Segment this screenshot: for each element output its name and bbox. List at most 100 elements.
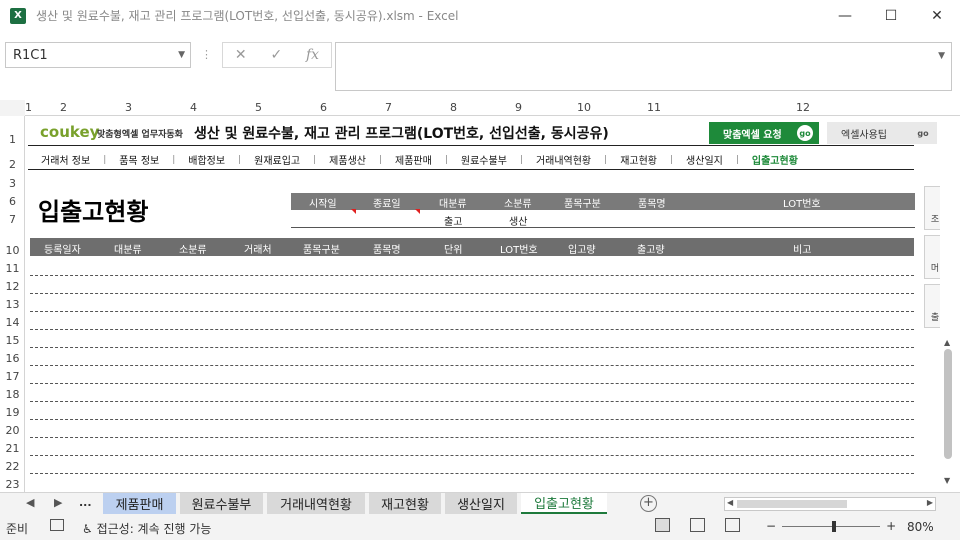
tab-production-log[interactable]: 생산일지 [445, 493, 517, 514]
row-header[interactable]: 17 [0, 370, 25, 383]
vertical-scrollbar[interactable]: ▲ ▼ [940, 116, 960, 492]
row-header[interactable]: 13 [0, 298, 25, 311]
table-row[interactable] [30, 365, 914, 366]
row-header[interactable]: 12 [0, 280, 25, 293]
row-header[interactable]: 21 [0, 442, 25, 455]
table-row[interactable] [30, 383, 914, 384]
nav-item-production-log[interactable]: 생산일지 [673, 152, 736, 167]
row-header[interactable]: 1 [0, 133, 25, 146]
nav-item-material-ledger[interactable]: 원료수불부 [448, 152, 520, 167]
nav-item-product-info[interactable]: 품목 정보 [106, 152, 172, 167]
add-sheet-icon[interactable]: + [640, 495, 657, 512]
close-button[interactable]: ✕ [914, 0, 960, 31]
row-header[interactable]: 15 [0, 334, 25, 347]
nav-item-transaction-status[interactable]: 거래내역현황 [523, 152, 604, 167]
row-header[interactable]: 2 [0, 158, 25, 171]
tab-next-icon[interactable]: ▶ [54, 496, 62, 509]
nav-item-inout-status[interactable]: 입출고현황 [739, 152, 811, 167]
table-row[interactable] [30, 437, 914, 438]
table-row[interactable] [30, 329, 914, 330]
tab-more[interactable]: ... [79, 496, 92, 509]
row-header[interactable]: 14 [0, 316, 25, 329]
name-box[interactable]: R1C1 ▼ [5, 42, 191, 68]
row-header[interactable]: 16 [0, 352, 25, 365]
filter-start-date[interactable] [291, 213, 353, 227]
page-layout-icon[interactable] [690, 518, 705, 532]
col-header[interactable]: 11 [647, 101, 661, 114]
row-header[interactable]: 3 [0, 177, 25, 190]
row-header[interactable]: 11 [0, 262, 25, 275]
filter-lot[interactable] [761, 213, 841, 227]
formula-input[interactable]: ▼ [335, 42, 952, 91]
scroll-left-icon[interactable]: ◀ [727, 498, 733, 507]
col-header[interactable]: 5 [255, 101, 262, 114]
accessibility-status[interactable]: ♿ 접근성: 계속 진행 가능 [82, 520, 211, 537]
nav-item-inventory-status[interactable]: 재고현황 [607, 152, 670, 167]
zoom-out-icon[interactable]: − [766, 519, 776, 533]
col-header[interactable]: 12 [796, 101, 810, 114]
sheet-canvas[interactable]: coukey 맞춤형엑셀 업무자동화 생산 및 원료수불, 재고 관리 프로그램… [26, 116, 940, 492]
minimize-button[interactable]: — [822, 0, 868, 31]
table-row[interactable] [30, 455, 914, 456]
row-header[interactable]: 22 [0, 460, 25, 473]
filter-item-name[interactable] [638, 213, 700, 227]
zoom-level[interactable]: 80% [907, 520, 934, 534]
col-header[interactable]: 7 [385, 101, 392, 114]
nav-item-formula-info[interactable]: 배합정보 [175, 152, 238, 167]
table-row[interactable] [30, 473, 914, 474]
custom-excel-request-button[interactable]: 맞춤엑셀 요청 go [709, 122, 819, 144]
select-all-corner[interactable] [0, 100, 25, 116]
nav-item-sales[interactable]: 제품판매 [382, 152, 445, 167]
col-header[interactable]: 6 [320, 101, 327, 114]
tab-inventory-status[interactable]: 재고현황 [369, 493, 441, 514]
filter-subcategory[interactable]: 생산 [509, 213, 527, 228]
col-header[interactable]: 3 [125, 101, 132, 114]
col-header[interactable]: 2 [60, 101, 67, 114]
chevron-down-icon[interactable]: ▼ [178, 50, 185, 60]
filter-category[interactable]: 출고 [444, 213, 462, 228]
table-row[interactable] [30, 293, 914, 294]
row-header[interactable]: 19 [0, 406, 25, 419]
table-row[interactable] [30, 419, 914, 420]
fx-icon[interactable]: fx [306, 47, 319, 63]
row-header[interactable]: 20 [0, 424, 25, 437]
table-row[interactable] [30, 347, 914, 348]
row-header[interactable]: 6 [0, 195, 25, 208]
row-header[interactable]: 7 [0, 213, 25, 226]
col-header[interactable]: 1 [25, 101, 32, 114]
row-header[interactable]: 10 [0, 244, 25, 257]
hscroll-thumb[interactable] [737, 500, 847, 508]
scroll-right-icon[interactable]: ▶ [927, 498, 933, 507]
horizontal-scrollbar[interactable]: ◀ ▶ [724, 497, 936, 511]
filter-item-type[interactable] [564, 213, 626, 227]
nav-item-raw-material-in[interactable]: 원재료입고 [241, 152, 313, 167]
tab-prev-icon[interactable]: ◀ [26, 496, 34, 509]
excel-tips-button[interactable]: 엑셀사용팁 go [827, 122, 937, 144]
zoom-slider[interactable]: − + [766, 519, 896, 533]
col-header[interactable]: 10 [577, 101, 591, 114]
tab-product-sales[interactable]: 제품판매 [103, 493, 176, 514]
scroll-thumb[interactable] [944, 349, 952, 459]
tab-transaction-status[interactable]: 거래내역현황 [267, 493, 365, 514]
tab-inout-status[interactable]: 입출고현황 [521, 493, 607, 514]
filter-end-date[interactable] [357, 213, 419, 227]
zoom-track[interactable] [782, 520, 881, 532]
cancel-icon[interactable]: ✕ [235, 47, 247, 63]
nav-item-customer-info[interactable]: 거래처 정보 [28, 152, 103, 167]
table-row[interactable] [30, 311, 914, 312]
col-header[interactable]: 8 [450, 101, 457, 114]
scroll-down-icon[interactable]: ▼ [944, 476, 950, 485]
page-break-icon[interactable] [725, 518, 740, 532]
normal-view-icon[interactable] [655, 518, 670, 532]
tab-material-ledger[interactable]: 원료수불부 [180, 493, 263, 514]
col-header[interactable]: 9 [515, 101, 522, 114]
col-header[interactable]: 4 [190, 101, 197, 114]
maximize-button[interactable]: ☐ [868, 0, 914, 31]
enter-icon[interactable]: ✓ [270, 47, 282, 63]
table-row[interactable] [30, 275, 914, 276]
zoom-in-icon[interactable]: + [886, 519, 896, 533]
zoom-thumb[interactable] [832, 520, 837, 532]
nav-item-production[interactable]: 제품생산 [316, 152, 379, 167]
chevron-down-icon[interactable]: ▼ [938, 51, 945, 61]
row-header[interactable]: 18 [0, 388, 25, 401]
